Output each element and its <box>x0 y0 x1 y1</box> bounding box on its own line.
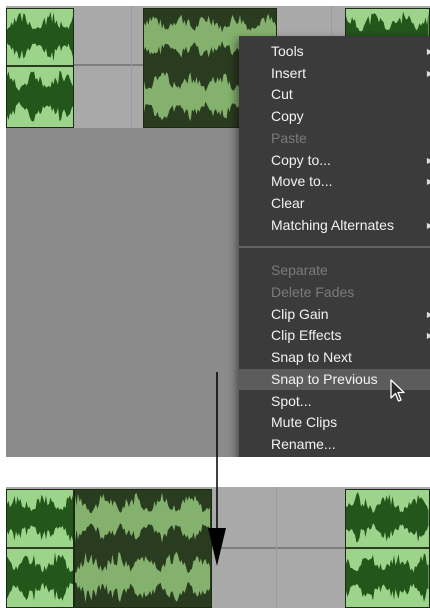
audio-clip-snapped[interactable] <box>74 489 212 608</box>
menu-item-snap-to-next[interactable]: Snap to Next <box>239 347 430 369</box>
menu-item-clear[interactable]: Clear <box>239 193 430 215</box>
menu-item-label: Clear <box>271 194 305 211</box>
menu-item-label: Clip Effects <box>271 327 342 344</box>
menu-separator <box>239 246 430 249</box>
menu-item-label: Copy to... <box>271 151 331 168</box>
menu-item-label: Matching Alternates <box>271 216 394 233</box>
menu-item-label: Snap to Next <box>271 349 352 366</box>
grid-line <box>276 487 277 608</box>
down-arrow-icon <box>208 372 226 566</box>
waveform <box>346 553 429 603</box>
menu-item-clip-effects[interactable]: Clip Effects ▶ <box>239 325 430 347</box>
menu-item-label: Cut <box>271 86 293 103</box>
menu-item-label: Delete Fades <box>271 284 355 300</box>
menu-item-label: Snap to Previous <box>271 370 378 387</box>
menu-item-label: Mute Clips <box>271 414 338 431</box>
menu-item-label: Paste <box>271 129 307 146</box>
menu-item-tools[interactable]: Tools ▶ <box>239 41 430 63</box>
menu-item-mute-clips[interactable]: Mute Clips <box>239 412 430 434</box>
audio-clip-left[interactable] <box>6 8 74 128</box>
menu-item-label: Separate <box>271 262 328 279</box>
menu-item-label: Insert <box>271 64 307 81</box>
audio-clip-right[interactable] <box>345 489 430 608</box>
menu-item-label: Tools <box>271 43 304 59</box>
menu-item-separate[interactable]: Separate <box>239 260 430 282</box>
waveform <box>7 552 73 601</box>
mouse-pointer-icon <box>390 379 405 402</box>
menu-item-move-to[interactable]: Move to... ▶ <box>239 171 430 193</box>
menu-item-copy[interactable]: Copy <box>239 106 430 128</box>
menu-item-label: Clip Gain <box>271 305 329 322</box>
waveform <box>75 552 210 603</box>
menu-item-cut[interactable]: Cut <box>239 84 430 106</box>
menu-item-copy-to[interactable]: Copy to... ▶ <box>239 150 430 172</box>
menu-item-insert[interactable]: Insert ▶ <box>239 63 430 85</box>
audio-clip-left[interactable] <box>6 489 74 608</box>
menu-item-label: Rename... <box>271 435 336 452</box>
menu-item-clip-gain[interactable]: Clip Gain ▶ <box>239 304 430 326</box>
menu-item-matching-alternates[interactable]: Matching Alternates ▶ <box>239 215 430 237</box>
menu-item-paste[interactable]: Paste <box>239 128 430 150</box>
menu-item-label: Spot... <box>271 392 312 409</box>
waveform <box>7 71 73 122</box>
grid-line <box>131 6 132 128</box>
menu-item-label: Copy <box>271 108 304 125</box>
menu-item-rename[interactable]: Rename... <box>239 434 430 456</box>
menu-item-label: Move to... <box>271 173 333 190</box>
menu-item-delete-fades[interactable]: Delete Fades <box>239 282 430 304</box>
